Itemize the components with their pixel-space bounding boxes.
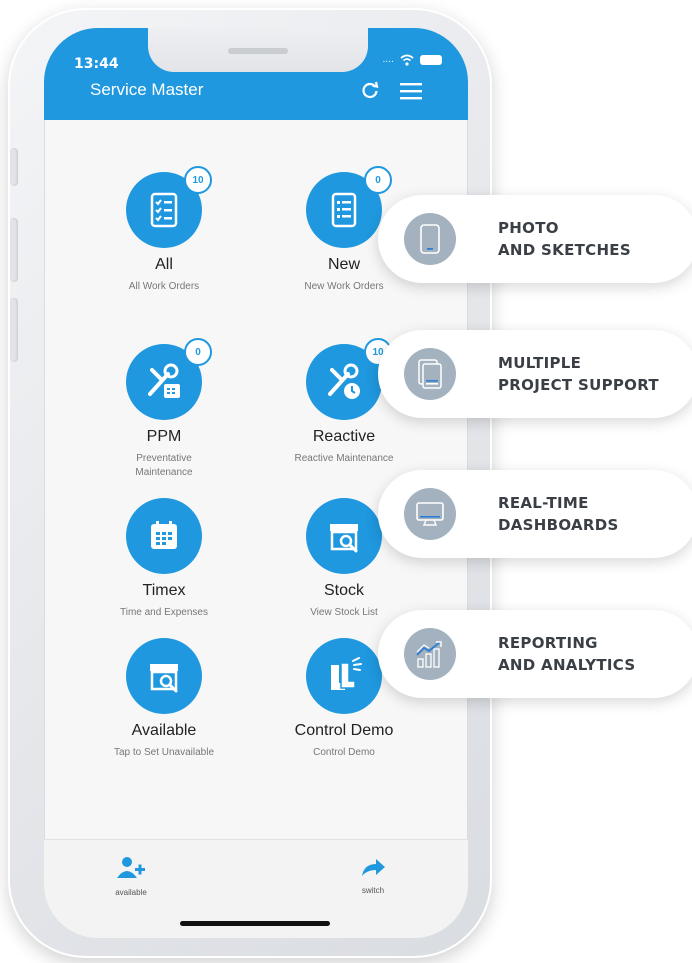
smartphone-icon <box>404 213 456 265</box>
switch-arrow-icon <box>362 859 385 876</box>
monitor-icon <box>404 488 456 540</box>
boots-icon <box>331 657 362 690</box>
status-time: 13:44 <box>74 56 119 72</box>
tile-stock-icon <box>306 498 382 574</box>
tools-calendar-icon <box>148 363 180 398</box>
tile-subtitle: New Work Orders <box>304 281 384 292</box>
tile-title: Reactive <box>312 428 376 445</box>
signal-dots: .... <box>382 55 394 65</box>
tab-label: available <box>115 888 147 897</box>
tile-title: PPM <box>146 428 182 445</box>
tile-timex[interactable]: Timex Time and Expenses <box>74 498 254 620</box>
box-search-icon <box>330 524 358 553</box>
tile-ppm-icon: 0 <box>126 338 212 420</box>
tile-title: All <box>155 256 173 273</box>
box-search-icon <box>150 664 178 693</box>
tile-subtitle: Reactive Maintenance <box>294 453 394 464</box>
checklist-icon <box>150 192 178 228</box>
feature-text: PHOTO AND SKETCHES <box>498 219 631 259</box>
hamburger-menu-icon[interactable] <box>400 82 422 100</box>
tile-subtitle: Preventative Maintenance <box>135 453 193 478</box>
feature-text: REPORTING AND ANALYTICS <box>498 634 636 674</box>
tab-available[interactable]: available <box>86 856 176 897</box>
feature-pill-projects: MULTIPLE PROJECT SUPPORT <box>378 330 692 418</box>
feature-pill-photo: PHOTO AND SKETCHES <box>378 195 692 283</box>
speaker <box>228 48 288 54</box>
tab-label: switch <box>361 886 385 895</box>
tile-control-demo-icon <box>306 638 382 714</box>
tile-timex-icon <box>126 498 202 574</box>
calendar-icon <box>151 521 177 549</box>
analytics-chart-icon <box>404 628 456 680</box>
bottom-tab-bar: available switch <box>44 839 468 938</box>
tab-switch[interactable]: switch <box>328 856 418 895</box>
volume-up-button <box>10 218 18 282</box>
add-user-icon <box>117 857 145 878</box>
feature-text: REAL-TIME DASHBOARDS <box>498 494 619 534</box>
tile-ppm[interactable]: 0 PPM Preventative Maintenance <box>74 338 254 480</box>
refresh-icon[interactable] <box>360 80 380 100</box>
tile-reactive-icon: 10 <box>306 338 392 420</box>
wifi-icon <box>400 54 414 66</box>
tile-all-icon: 10 <box>126 166 212 248</box>
tile-available[interactable]: Available Tap to Set Unavailable <box>74 638 254 760</box>
count-badge: 0 <box>364 166 392 194</box>
home-indicator <box>180 921 330 926</box>
tools-clock-icon <box>328 363 360 399</box>
tile-new-icon: 0 <box>306 166 392 248</box>
document-list-icon <box>331 192 357 228</box>
tile-available-icon <box>126 638 202 714</box>
tile-subtitle: Time and Expenses <box>119 607 208 618</box>
count-badge: 0 <box>184 338 212 366</box>
tile-all-work-orders[interactable]: 10 All All Work Orders <box>74 166 254 294</box>
tile-title: Control Demo <box>294 722 394 739</box>
status-icons: .... <box>383 54 442 66</box>
mute-switch <box>10 148 18 186</box>
notch <box>148 28 368 72</box>
documents-icon <box>404 348 456 400</box>
feature-pill-dashboards: REAL-TIME DASHBOARDS <box>378 470 692 558</box>
tile-subtitle: Control Demo <box>313 747 375 758</box>
feature-pill-reporting: REPORTING AND ANALYTICS <box>378 610 692 698</box>
app-header: 13:44 .... Service Master <box>44 28 468 120</box>
tile-title: Stock <box>323 582 364 599</box>
count-badge: 10 <box>184 166 212 194</box>
tile-subtitle: All Work Orders <box>128 281 200 292</box>
app-title: Service Master <box>90 80 204 99</box>
tile-subtitle: Tap to Set Unavailable <box>113 747 215 758</box>
battery-icon <box>420 55 442 65</box>
volume-down-button <box>10 298 18 362</box>
tile-title: Timex <box>142 582 186 599</box>
tile-title: Available <box>131 722 197 739</box>
feature-text: MULTIPLE PROJECT SUPPORT <box>498 354 659 394</box>
